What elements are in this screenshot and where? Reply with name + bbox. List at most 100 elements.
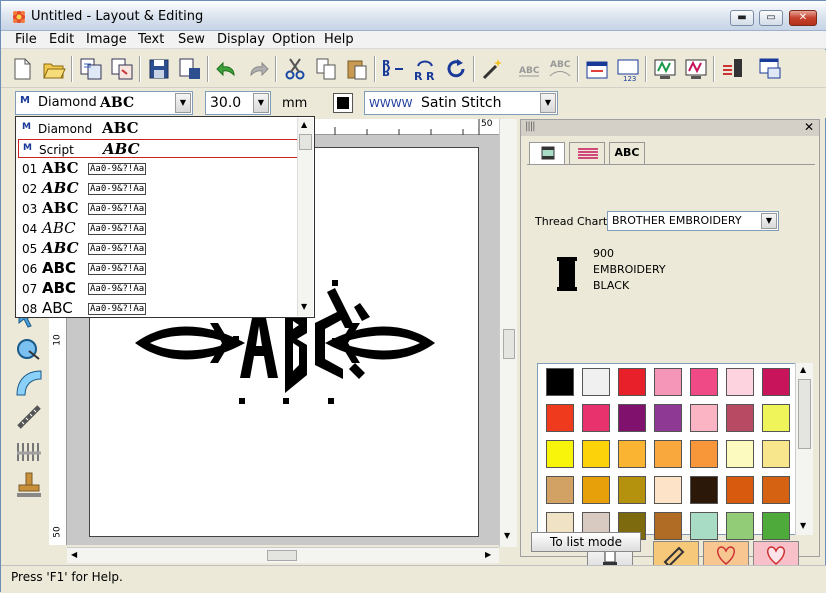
- thread-color-swatch[interactable]: [726, 512, 754, 540]
- thread-color-swatch[interactable]: [726, 368, 754, 396]
- thread-color-swatch[interactable]: [762, 404, 790, 432]
- scroll-down-icon[interactable]: ▼: [301, 302, 307, 311]
- scroll-left-icon[interactable]: ◀: [71, 550, 77, 559]
- mirror-vertical-icon[interactable]: RR: [412, 56, 438, 83]
- cut-icon[interactable]: [282, 56, 308, 82]
- thread-chart-select[interactable]: BROTHER EMBROIDERY ▼: [607, 211, 779, 231]
- list-item[interactable]: 08 ABC Aa0-9&?!Aa: [18, 299, 298, 319]
- window-view-icon[interactable]: [757, 56, 783, 82]
- list-item[interactable]: 01 ABC Aa0-9&?!Aa: [18, 159, 298, 179]
- panel-close-icon[interactable]: ✕: [804, 120, 814, 134]
- redo-icon[interactable]: [245, 56, 271, 82]
- import-design-icon[interactable]: [109, 56, 135, 82]
- open-folder-icon[interactable]: [41, 56, 67, 82]
- menu-display[interactable]: Display: [217, 32, 265, 47]
- list-item[interactable]: M Diamond ABC: [18, 119, 298, 139]
- font-dropdown-list[interactable]: M Diamond ABC M Script ABC 01 ABC Aa0-9&?!…: [15, 116, 315, 318]
- palette-scrollbar[interactable]: ▲ ▼: [795, 363, 813, 535]
- tab-text[interactable]: ABC: [609, 142, 645, 164]
- close-button[interactable]: ✕: [789, 10, 817, 26]
- stamp-tool-icon[interactable]: [13, 469, 45, 501]
- horizontal-scrollbar[interactable]: ◀ ▶: [67, 547, 499, 563]
- menu-text[interactable]: Text: [138, 32, 164, 47]
- list-item[interactable]: 03 ABC Aa0-9&?!Aa: [18, 199, 298, 219]
- scroll-thumb[interactable]: [798, 379, 811, 449]
- number-page-icon[interactable]: 123: [615, 56, 641, 83]
- menu-sew[interactable]: Sew: [178, 32, 205, 47]
- thread-color-swatch[interactable]: [690, 512, 718, 540]
- thread-color-swatch[interactable]: [690, 440, 718, 468]
- list-item[interactable]: 05 ABC Aa0-9&?!Aa: [18, 239, 298, 259]
- thread-color-swatch[interactable]: [582, 404, 610, 432]
- chevron-down-icon[interactable]: ▼: [540, 93, 556, 113]
- paste-icon[interactable]: [344, 56, 370, 82]
- rotate-icon[interactable]: [443, 56, 469, 82]
- thread-color-swatch[interactable]: [618, 368, 646, 396]
- dropdown-scrollbar[interactable]: ▲ ▼: [297, 118, 313, 316]
- thread-color-swatch[interactable]: [726, 404, 754, 432]
- list-mode-button[interactable]: To list mode: [531, 532, 641, 552]
- menu-edit[interactable]: Edit: [49, 32, 74, 47]
- thread-color-swatch[interactable]: [546, 440, 574, 468]
- thread-color-swatch[interactable]: [546, 476, 574, 504]
- thread-color-swatch[interactable]: [690, 404, 718, 432]
- maximize-button[interactable]: ▭: [759, 10, 783, 26]
- chevron-down-icon[interactable]: ▼: [253, 93, 269, 113]
- thread-color-swatch[interactable]: [762, 368, 790, 396]
- menu-file[interactable]: File: [15, 32, 37, 47]
- thread-color-swatch[interactable]: [690, 368, 718, 396]
- chevron-down-icon[interactable]: ▼: [761, 213, 777, 229]
- mirror-horizontal-icon[interactable]: RR: [381, 56, 407, 82]
- scroll-thumb[interactable]: [299, 134, 312, 150]
- thread-color-swatch[interactable]: [762, 476, 790, 504]
- thread-color-swatch[interactable]: [726, 476, 754, 504]
- list-item[interactable]: 07 ABC Aa0-9&?!Aa: [18, 279, 298, 299]
- thread-color-swatch[interactable]: [654, 512, 682, 540]
- thread-color-swatch[interactable]: [654, 440, 682, 468]
- tab-thread[interactable]: [529, 142, 565, 164]
- thread-color-swatch[interactable]: [618, 476, 646, 504]
- list-item[interactable]: M Script ABC: [18, 139, 298, 158]
- tab-stitch[interactable]: [569, 142, 605, 164]
- measure-tool-icon[interactable]: [13, 401, 45, 433]
- text-arrange-icon[interactable]: ABC: [516, 56, 542, 82]
- thread-color-swatch[interactable]: [726, 440, 754, 468]
- save-as-icon[interactable]: [177, 56, 203, 82]
- scroll-thumb[interactable]: [503, 329, 515, 359]
- minimize-button[interactable]: ▬: [730, 10, 754, 26]
- import-icon[interactable]: [78, 56, 104, 82]
- new-file-icon[interactable]: [9, 56, 35, 82]
- thread-color-swatch[interactable]: [618, 440, 646, 468]
- thread-color-swatch[interactable]: [654, 368, 682, 396]
- scroll-up-icon[interactable]: ▲: [301, 120, 307, 129]
- text-path-icon[interactable]: ABC: [547, 56, 573, 82]
- realistic-view-icon[interactable]: [683, 56, 709, 82]
- scroll-thumb[interactable]: [267, 550, 297, 561]
- stitch-type-select[interactable]: WWWW Satin Stitch ▼: [364, 91, 558, 115]
- thread-color-swatch[interactable]: [582, 476, 610, 504]
- curve-tool-icon[interactable]: [13, 367, 45, 399]
- undo-icon[interactable]: [214, 56, 240, 82]
- panel-grip-icon[interactable]: ||||: [525, 121, 536, 132]
- text-color-button[interactable]: [333, 93, 353, 113]
- chevron-down-icon[interactable]: ▼: [175, 93, 191, 113]
- thread-color-swatch[interactable]: [582, 440, 610, 468]
- size-select[interactable]: 30.0 ▼: [205, 91, 271, 115]
- thread-color-swatch[interactable]: [654, 404, 682, 432]
- thread-color-swatch[interactable]: [654, 476, 682, 504]
- scroll-up-icon[interactable]: ▲: [800, 365, 806, 374]
- save-icon[interactable]: [146, 56, 172, 82]
- design-page-icon[interactable]: [584, 56, 610, 82]
- thread-color-swatch[interactable]: [762, 440, 790, 468]
- shape-tool-icon[interactable]: [13, 333, 45, 365]
- scroll-down-icon[interactable]: ▼: [504, 531, 510, 540]
- scroll-right-icon[interactable]: ▶: [485, 550, 491, 559]
- vertical-scrollbar[interactable]: ▼: [499, 119, 517, 547]
- scroll-down-icon[interactable]: ▼: [800, 521, 806, 530]
- magic-wand-icon[interactable]: [480, 56, 506, 82]
- thread-color-swatch[interactable]: [618, 404, 646, 432]
- list-item[interactable]: 02 ABC Aa0-9&?!Aa: [18, 179, 298, 199]
- write-to-card-icon[interactable]: [720, 56, 746, 82]
- copy-icon[interactable]: [313, 56, 339, 82]
- thread-color-swatch[interactable]: [582, 368, 610, 396]
